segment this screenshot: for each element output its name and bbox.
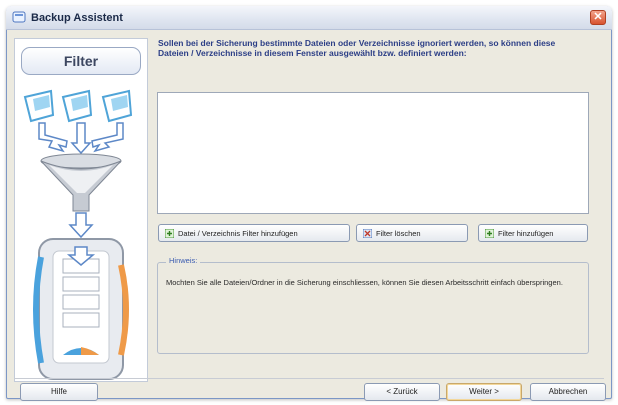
document-icon [101,89,133,123]
add-filter-label: Filter hinzufügen [498,228,554,238]
wizard-sidebar: Filter [14,38,148,382]
add-filter-button[interactable]: Filter hinzufügen [478,224,588,242]
document-icon [61,89,93,123]
arrow-down-icon [68,212,94,239]
instruction-text: Sollen bei der Sicherung bestimmte Datei… [158,38,556,58]
filter-list-box[interactable] [157,92,589,214]
step-title: Filter [21,47,141,75]
add-path-filter-label: Datei / Verzeichnis Filter hinzufügen [178,228,298,238]
delete-filter-label: Filter löschen [376,228,421,238]
window-title: Backup Assistent [31,12,123,24]
back-button[interactable]: < Zurück [364,383,440,401]
backup-app-icon [12,11,26,23]
arrow-down-icon [38,122,124,155]
title-bar: Backup Assistent ✕ [6,6,612,30]
hint-label: Hinweis: [166,256,201,265]
delete-icon [363,228,372,238]
close-button[interactable]: ✕ [590,10,606,25]
hint-text: Mochten Sie alle Dateien/Ordner in die S… [166,278,563,287]
funnel-icon [40,153,122,212]
plus-icon [485,228,494,238]
plus-icon [165,228,174,238]
add-path-filter-button[interactable]: Datei / Verzeichnis Filter hinzufügen [158,224,350,242]
hint-groupbox [157,262,589,354]
backup-device-icon [33,238,129,380]
cancel-button[interactable]: Abbrechen [530,383,606,401]
help-button[interactable]: Hilfe [20,383,98,401]
footer-divider [14,378,604,379]
filter-funnel-illustration [23,89,133,380]
delete-filter-button[interactable]: Filter löschen [356,224,468,242]
next-button[interactable]: Weiter > [446,383,522,401]
document-icon [23,89,55,123]
